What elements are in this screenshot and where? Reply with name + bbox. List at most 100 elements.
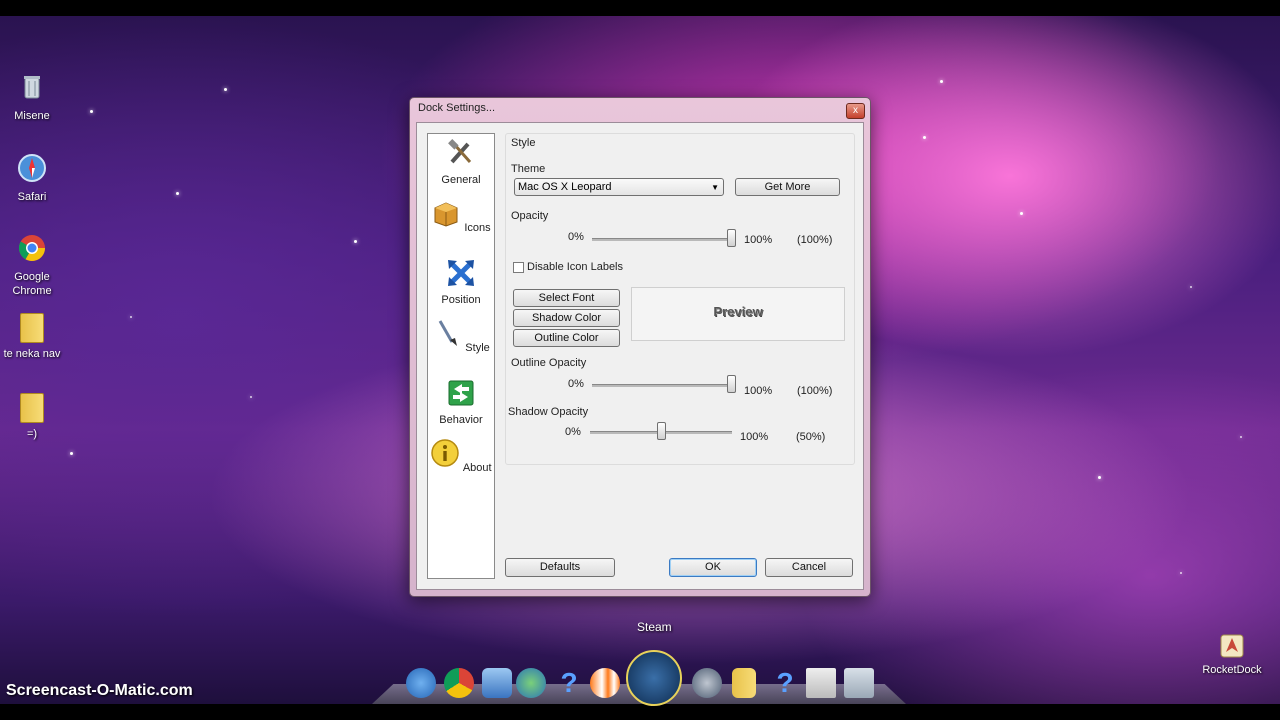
desktop-icon-label: RocketDock	[1202, 664, 1262, 676]
shadow-opacity-slider-thumb[interactable]	[656, 422, 666, 440]
cancel-button[interactable]: Cancel	[765, 558, 853, 577]
close-button[interactable]: x	[846, 103, 865, 119]
outline-opacity-label: Outline Opacity	[511, 357, 587, 369]
dock-help-icon[interactable]: ?	[554, 668, 584, 698]
opacity-max-label: 100%	[744, 234, 773, 246]
disable-icon-labels-checkbox[interactable]	[513, 262, 524, 273]
behavior-arrows-icon	[448, 380, 474, 406]
dock-settings-dialog: Dock Settings... x General Icons Positio…	[409, 97, 871, 597]
defaults-button[interactable]: Defaults	[505, 558, 615, 577]
outline-color-button[interactable]: Outline Color	[513, 329, 620, 347]
dock-recycle-bin-icon[interactable]	[844, 668, 874, 698]
desktop-icon-label: Safari	[17, 191, 47, 203]
sidebar-item-icons[interactable]: Icons	[428, 198, 494, 234]
desktop-icon-recycle-bin[interactable]: Misene	[0, 72, 64, 123]
get-more-button[interactable]: Get More	[735, 178, 840, 196]
desktop-icon-safari[interactable]: Safari	[0, 153, 64, 204]
tools-icon	[448, 139, 472, 164]
star	[1098, 476, 1101, 479]
desktop-icon-label: Google Chrome	[12, 271, 52, 297]
chevron-down-icon: ▼	[711, 183, 719, 192]
desktop-icon-folder-smiley[interactable]: =)	[0, 393, 64, 441]
rocketdock-icon	[1220, 634, 1244, 658]
outline-opacity-slider-track[interactable]	[592, 384, 736, 387]
dock-itunes-icon[interactable]	[692, 668, 722, 698]
shadow-opacity-max-label: 100%	[740, 431, 769, 443]
outline-opacity-max-label: 100%	[744, 385, 773, 397]
desktop-icon-chrome[interactable]: Google Chrome	[0, 233, 64, 298]
preview-text: Preview	[713, 304, 763, 319]
dock-chrome-icon[interactable]	[444, 668, 474, 698]
dock-help-icon[interactable]: ?	[770, 668, 800, 698]
sidebar-item-label: Behavior	[439, 414, 483, 426]
outline-opacity-slider-thumb[interactable]	[727, 375, 736, 393]
star	[1180, 572, 1182, 574]
sidebar-item-label: Icons	[464, 222, 491, 234]
chrome-icon	[18, 235, 46, 262]
theme-dropdown-value: Mac OS X Leopard	[518, 181, 612, 193]
dock-folder-icon[interactable]	[732, 668, 756, 698]
sidebar-item-label: Style	[465, 342, 490, 354]
star	[90, 110, 93, 113]
dock-network-icon[interactable]	[516, 668, 546, 698]
info-icon	[431, 439, 460, 467]
opacity-label: Opacity	[511, 210, 549, 222]
opacity-min-label: 0%	[568, 231, 584, 243]
star	[70, 452, 73, 455]
star	[1190, 286, 1192, 288]
shadow-opacity-current-value: (50%)	[796, 431, 826, 443]
sidebar-item-label: Position	[441, 294, 481, 306]
safari-icon	[18, 154, 46, 182]
star	[923, 136, 926, 139]
star	[1020, 212, 1023, 215]
preview-box: Preview	[631, 287, 845, 341]
star	[1240, 436, 1242, 438]
recycle-bin-icon	[24, 76, 40, 99]
dock-counter-strike-icon[interactable]	[806, 668, 836, 698]
opacity-current-value: (100%)	[797, 234, 833, 246]
opacity-slider-track[interactable]	[592, 238, 736, 241]
desktop-icon-label: Misene	[14, 110, 50, 122]
theme-dropdown[interactable]: Mac OS X Leopard ▼	[514, 178, 724, 196]
star	[354, 240, 357, 243]
desktop-icon-rocketdock[interactable]: RocketDock	[1196, 632, 1268, 676]
sidebar-item-about[interactable]: About	[428, 438, 494, 474]
dock-clownfish-icon[interactable]	[590, 668, 620, 698]
dock-hover-label: Steam	[637, 620, 672, 634]
dock-computer-icon[interactable]	[482, 668, 512, 698]
settings-sidebar: General Icons Position Style Behavior Ab…	[427, 133, 495, 579]
style-panel: Style Theme Mac OS X Leopard ▼ Get More …	[505, 133, 855, 465]
dialog-client-area: General Icons Position Style Behavior Ab…	[416, 122, 864, 590]
folder-icon	[20, 313, 44, 343]
shadow-opacity-label: Shadow Opacity	[508, 406, 589, 418]
sidebar-item-style[interactable]: Style	[428, 318, 494, 354]
star	[130, 316, 132, 318]
disable-icon-labels-label: Disable Icon Labels	[527, 261, 624, 273]
sidebar-item-label: About	[462, 462, 492, 474]
select-font-button[interactable]: Select Font	[513, 289, 620, 307]
star	[224, 88, 227, 91]
arrows-icon	[448, 260, 474, 286]
sidebar-item-label: General	[441, 174, 481, 186]
dock-steam-icon[interactable]	[626, 650, 682, 706]
sidebar-item-behavior[interactable]: Behavior	[428, 378, 494, 426]
opacity-slider-thumb[interactable]	[727, 229, 736, 247]
theme-label: Theme	[511, 163, 546, 175]
outline-opacity-current-value: (100%)	[797, 385, 833, 397]
dock-safari-icon[interactable]	[406, 668, 436, 698]
ok-button[interactable]: OK	[669, 558, 757, 577]
sidebar-item-position[interactable]: Position	[428, 258, 494, 306]
star	[250, 396, 252, 398]
desktop-icon-folder-te-neka-nav[interactable]: te neka nav	[0, 313, 64, 361]
watermark-text: Screencast-O-Matic.com	[6, 682, 193, 699]
shadow-opacity-min-label: 0%	[565, 426, 581, 438]
section-title: Style	[511, 137, 536, 149]
sidebar-item-general[interactable]: General	[428, 138, 494, 186]
outline-opacity-min-label: 0%	[568, 378, 584, 390]
desktop-icon-label: te neka nav	[3, 348, 61, 360]
dialog-title: Dock Settings...	[418, 102, 496, 114]
shadow-color-button[interactable]: Shadow Color	[513, 309, 620, 327]
star	[940, 80, 943, 83]
brush-icon	[438, 320, 458, 346]
box-icon	[434, 202, 458, 227]
